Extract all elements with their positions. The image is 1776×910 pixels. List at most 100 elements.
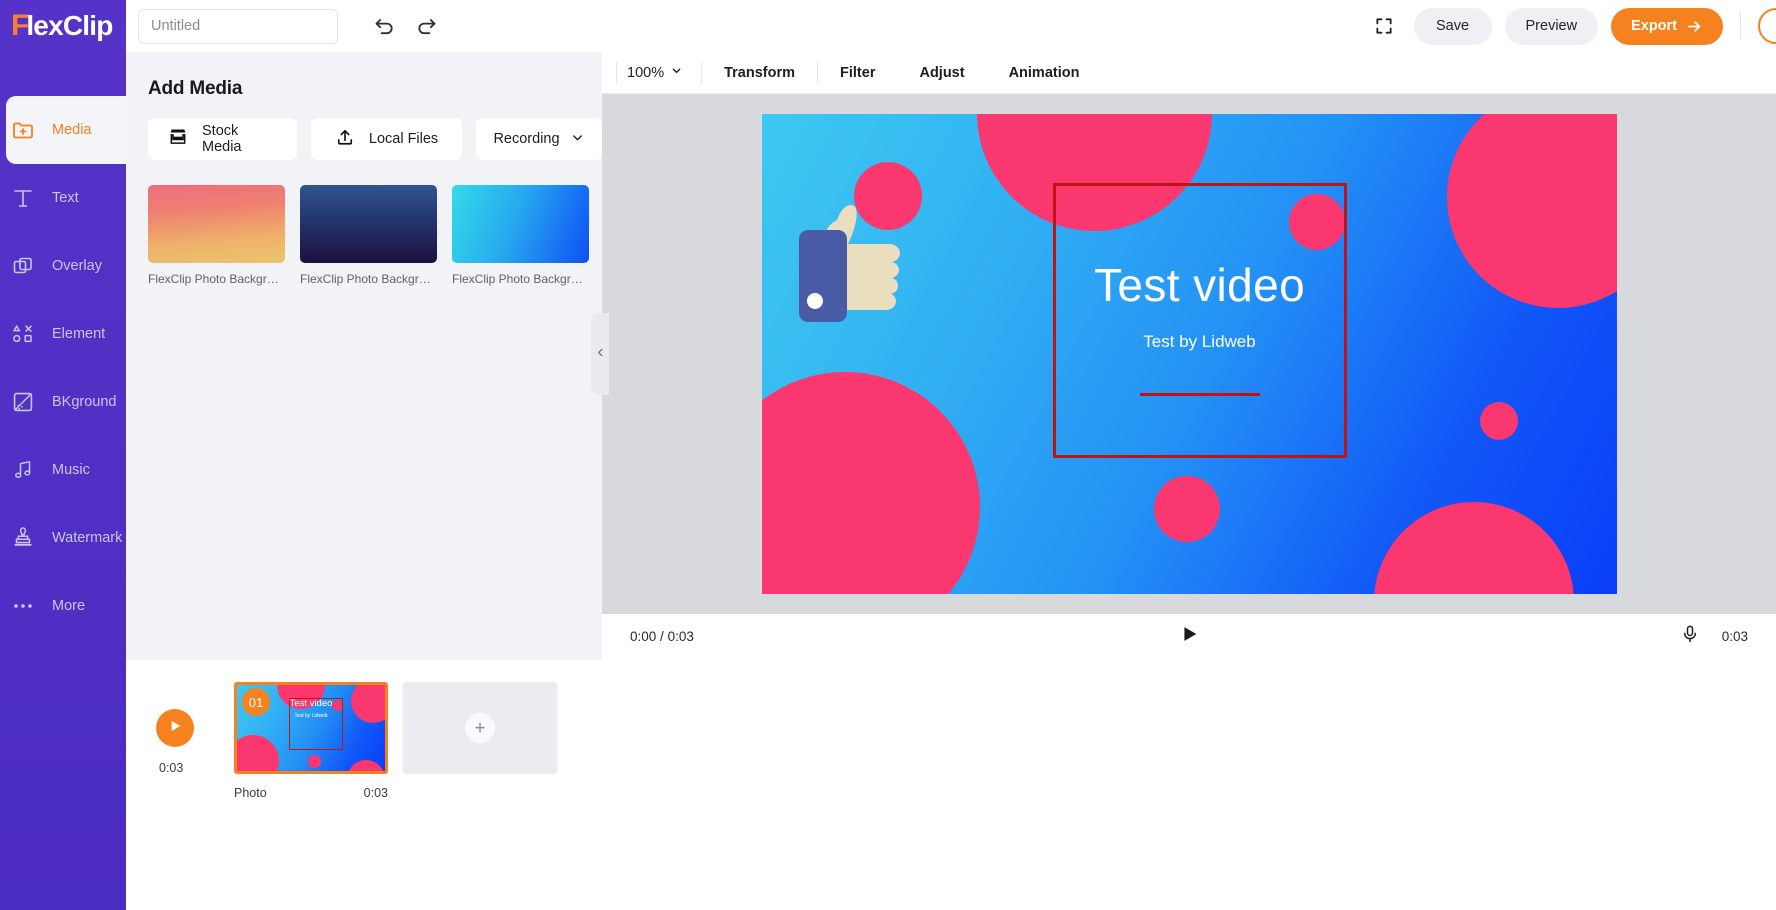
- sidebar-item-overlay[interactable]: Overlay: [0, 232, 126, 300]
- export-button[interactable]: Export: [1611, 7, 1723, 45]
- canvas-toolbar: 100% Transform Filter Adjust Animation: [602, 52, 1776, 94]
- sidebar-item-more[interactable]: More: [0, 572, 126, 640]
- sidebar-item-element[interactable]: Element: [0, 300, 126, 368]
- media-item: FlexClip Photo Backgrou...: [452, 185, 589, 286]
- zoom-value: 100%: [627, 64, 665, 81]
- undo-icon[interactable]: [370, 12, 398, 40]
- player-total-time: 0:03: [1721, 628, 1748, 644]
- fullscreen-icon[interactable]: [1367, 9, 1401, 43]
- more-dots-icon: [10, 593, 36, 619]
- panel-heading: Add Media: [148, 78, 243, 99]
- recording-button[interactable]: Recording: [476, 118, 602, 160]
- header-actions: Save Preview Export: [1367, 7, 1776, 45]
- sidebar-item-text[interactable]: Text: [0, 164, 126, 232]
- media-thumbnail[interactable]: [148, 185, 285, 263]
- sidebar-item-label: Watermark: [52, 530, 123, 546]
- plus-icon: +: [465, 713, 495, 743]
- decor-circle: [761, 372, 980, 594]
- clip-type-label: Photo: [234, 786, 267, 800]
- sidebar-item-label: Element: [52, 326, 106, 342]
- app-logo[interactable]: F lexClip: [0, 0, 126, 52]
- media-thumb-grid: FlexClip Photo Backgrou... FlexClip Phot…: [126, 160, 602, 286]
- media-panel: Add Media Stock Media Local Files Record…: [126, 52, 602, 660]
- history-controls: [370, 12, 440, 40]
- redo-icon[interactable]: [412, 12, 440, 40]
- sidebar-item-label: Text: [52, 190, 79, 206]
- decor-circle: [347, 760, 385, 771]
- canvas-title[interactable]: Test video: [1056, 258, 1344, 312]
- preview-button[interactable]: Preview: [1504, 7, 1599, 45]
- decor-circle: [237, 735, 279, 771]
- decor-circle: [1446, 114, 1617, 308]
- logo-wordmark: lexClip: [26, 10, 113, 41]
- player-time: 0:00 / 0:03: [630, 629, 694, 644]
- clip-index-badge: 01: [242, 688, 270, 716]
- clip-meta: Photo 0:03: [234, 786, 388, 800]
- chevron-down-icon: [570, 130, 585, 149]
- clip-thumbnail[interactable]: Test video Test by Lidweb 01: [234, 682, 388, 774]
- shapes-icon: [10, 321, 36, 347]
- player-duration: 0:03: [667, 628, 694, 644]
- tab-transform[interactable]: Transform: [702, 65, 817, 81]
- media-source-row: Stock Media Local Files Recording: [126, 100, 602, 160]
- local-files-label: Local Files: [368, 131, 439, 147]
- timeline-play-button[interactable]: [156, 709, 194, 747]
- music-note-icon: [10, 457, 36, 483]
- timeline-total-duration: 0:03: [159, 761, 184, 775]
- sidebar-item-bkground[interactable]: BKground: [0, 368, 126, 436]
- stock-media-button[interactable]: Stock Media: [148, 118, 298, 160]
- clip-duration: 0:03: [363, 786, 388, 800]
- chevron-down-icon: [670, 64, 683, 81]
- arrow-right-icon: [1687, 20, 1701, 32]
- project-title-input[interactable]: [138, 8, 338, 44]
- text-t-icon: [10, 185, 36, 211]
- editor-stage: 100% Transform Filter Adjust Animation T…: [602, 52, 1776, 660]
- canvas-underline: [1139, 393, 1260, 396]
- microphone-icon[interactable]: [1680, 624, 1700, 649]
- current-time: 0:00: [630, 628, 657, 644]
- local-files-button[interactable]: Local Files: [311, 118, 462, 160]
- play-icon: [1178, 623, 1200, 650]
- left-sidebar: F lexClip Media Text Overlay Element BKg…: [0, 0, 126, 910]
- player-controls: 0:00 / 0:03 0:03: [602, 614, 1776, 658]
- tab-filter[interactable]: Filter: [818, 65, 897, 81]
- canvas-subtitle[interactable]: Test by Lidweb: [1056, 332, 1344, 352]
- media-thumbnail[interactable]: [452, 185, 589, 263]
- media-caption: FlexClip Photo Backgrou...: [148, 272, 285, 286]
- sidebar-item-watermark[interactable]: Watermark: [0, 504, 126, 572]
- media-thumbnail[interactable]: [300, 185, 437, 263]
- thumbs-up-icon: [798, 204, 900, 322]
- tab-adjust[interactable]: Adjust: [897, 65, 986, 81]
- chevron-left-icon: [595, 345, 606, 363]
- save-button[interactable]: Save: [1413, 7, 1492, 45]
- player-right-controls: 0:03: [1680, 624, 1748, 649]
- decor-circle: [1373, 502, 1574, 594]
- media-item: FlexClip Photo Backgrou...: [300, 185, 437, 286]
- decor-circle: [1479, 402, 1518, 440]
- add-clip-button[interactable]: +: [403, 682, 557, 774]
- timeline-clip: Test video Test by Lidweb 01 Photo 0:03: [234, 682, 388, 800]
- stock-media-label: Stock Media: [202, 123, 242, 155]
- video-canvas[interactable]: Test video Test by Lidweb: [761, 114, 1617, 594]
- sidebar-item-label: BKground: [52, 394, 117, 410]
- media-caption: FlexClip Photo Backgrou...: [300, 272, 437, 286]
- stamp-icon: [10, 525, 36, 551]
- media-caption: FlexClip Photo Backgrou...: [452, 272, 589, 286]
- folder-plus-icon: [10, 117, 36, 143]
- zoom-selector[interactable]: 100%: [617, 64, 701, 81]
- play-button[interactable]: [1175, 622, 1203, 650]
- text-selection-box[interactable]: Test video Test by Lidweb: [1052, 183, 1347, 458]
- sidebar-item-music[interactable]: Music: [0, 436, 126, 504]
- sidebar-nav: Media Text Overlay Element BKground Musi…: [0, 96, 126, 640]
- flexclip-editor: F lexClip Media Text Overlay Element BKg…: [0, 0, 1776, 910]
- layers-icon: [10, 253, 36, 279]
- top-header: Save Preview Export: [126, 0, 1776, 52]
- panel-collapse-handle[interactable]: [591, 313, 609, 395]
- tab-animation[interactable]: Animation: [987, 65, 1102, 81]
- sidebar-item-label: More: [52, 598, 86, 614]
- time-separator: /: [660, 628, 664, 644]
- avatar[interactable]: [1758, 8, 1776, 44]
- sidebar-item-media[interactable]: Media: [6, 96, 126, 164]
- header-divider: [1740, 12, 1741, 40]
- decor-circle: [308, 755, 321, 768]
